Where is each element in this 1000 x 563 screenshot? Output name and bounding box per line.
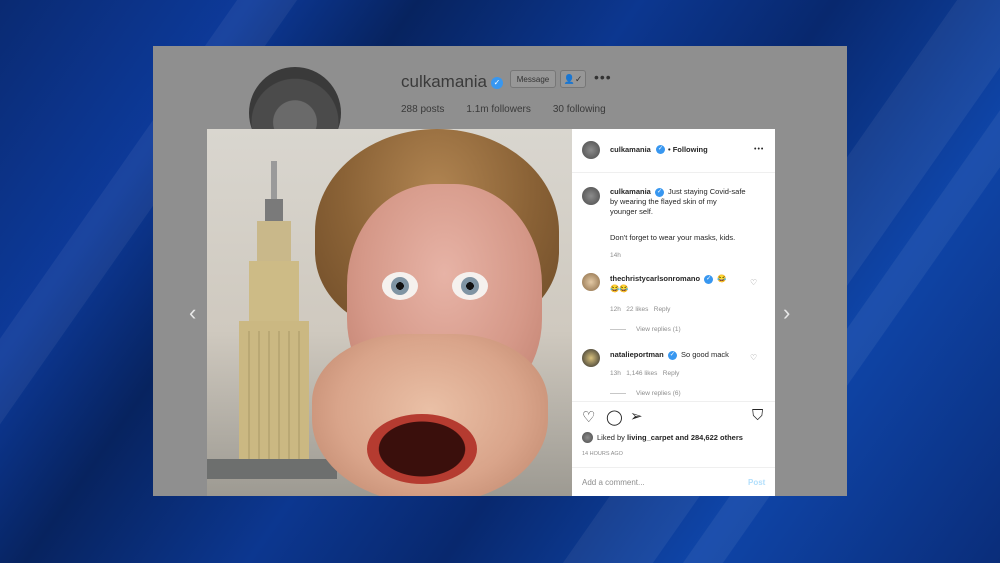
posts-count: 288 posts [401,104,445,115]
liked-by-line: Liked by living_carpet and 284,622 other… [597,433,743,443]
caption-author-avatar[interactable] [582,187,600,205]
view-replies-button[interactable]: View replies (6) [636,389,681,399]
post-photo[interactable] [207,129,572,496]
liked-by-user[interactable]: living_carpet [627,433,673,442]
verified-badge-icon: ✓ [704,274,714,284]
right-eye [452,272,488,300]
replies-divider [610,393,626,394]
empire-state-building-model [239,161,309,461]
comment-reply-button[interactable]: Reply [654,306,671,313]
comment-time: 12h [610,306,621,313]
verified-badge-icon: ✓ [654,187,664,197]
commenter-avatar[interactable] [582,273,600,291]
verified-badge-icon: ✓ [491,76,503,89]
caption-time: 14h [610,252,621,259]
profile-username: culkamania [401,72,487,91]
replies-divider [610,329,626,330]
caption-line-2: by wearing the flayed skin of my [610,197,717,206]
comment-bar: Add a comment... Post [572,467,775,496]
comment-time: 13h [610,370,621,377]
comment-body: thechristycarlsonromano ✓ 😂 😂😂 [610,274,755,294]
comment-text: So good mack [680,350,729,359]
comment-reply-button[interactable]: Reply [663,370,680,377]
author-username[interactable]: culkamania [610,145,651,155]
profile-stats: 288 posts 1.1m followers 30 following [401,104,606,115]
verified-badge-icon: ✓ [667,350,677,360]
comment-input[interactable]: Add a comment... [582,478,645,488]
following-toggle-button[interactable]: 👤✓ [560,70,586,88]
caption-line-1: Just staying Covid-safe [668,187,746,196]
comment-likes[interactable]: 22 likes [626,306,648,313]
caption-username[interactable]: culkamania [610,187,651,196]
next-post-arrow-icon[interactable]: › [783,300,790,326]
previous-post-arrow-icon[interactable]: ‹ [189,300,196,326]
message-button[interactable]: Message [510,70,556,88]
comment-username[interactable]: natalieportman [610,350,664,359]
post-comment-button[interactable]: Post [748,478,765,488]
commenter-avatar[interactable] [582,349,600,367]
caption-line-4: Don't forget to wear your masks, kids. [610,233,736,242]
comment-bubble-icon[interactable]: ◯ [606,408,623,426]
author-avatar[interactable] [582,141,600,159]
liker-avatar[interactable] [582,432,593,443]
save-bookmark-icon[interactable]: ⛉ [752,407,763,424]
following-status[interactable]: • Following [668,145,708,155]
view-replies-button[interactable]: View replies (1) [636,325,681,335]
comment-text: 😂 [717,274,727,283]
share-send-icon[interactable]: ➢ [630,407,643,425]
like-heart-icon[interactable]: ♡ [582,408,595,426]
caption-line-3: younger self. [610,207,653,216]
comment-like-heart-icon[interactable]: ♡ [750,353,757,362]
caption: culkamania ✓ Just staying Covid-safe by … [610,187,770,217]
comment-username[interactable]: thechristycarlsonromano [610,274,700,283]
profile-username-row: culkamania ✓ [401,72,503,92]
comment-text-2: 😂😂 [610,284,629,293]
comment-meta: 12h 22 likes Reply [610,305,670,315]
post-timestamp: 14 HOURS AGO [582,451,623,457]
instagram-screen: culkamania ✓ Message 👤✓ ••• 288 posts 1.1… [153,46,847,496]
comment-likes[interactable]: 1,146 likes [626,370,657,377]
followers-count[interactable]: 1.1m followers [466,104,530,115]
comment-like-heart-icon[interactable]: ♡ [750,278,757,287]
liked-by-prefix: Liked by [597,433,625,442]
comment-body: natalieportman ✓ So good mack [610,350,755,360]
comment-meta: 13h 1,146 likes Reply [610,369,679,379]
post-header: culkamania ✓ • Following ••• [572,129,775,173]
profile-more-icon[interactable]: ••• [594,69,612,85]
mask-mouth [367,414,477,484]
following-count[interactable]: 30 following [553,104,606,115]
post-more-icon[interactable]: ••• [754,145,764,155]
left-eye [382,272,418,300]
verified-badge-icon: ✓ [656,145,665,154]
model-base [207,459,337,479]
post-details-panel: culkamania ✓ • Following ••• culkamania … [572,129,775,496]
liked-by-others[interactable]: and 284,622 others [675,433,743,442]
